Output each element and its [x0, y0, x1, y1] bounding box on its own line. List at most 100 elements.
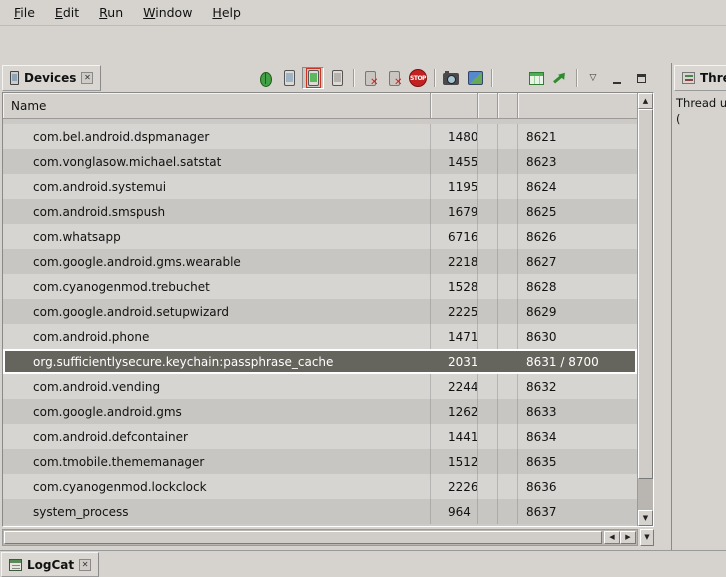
cell-port: 8633 [518, 399, 637, 424]
column-header-name[interactable]: Name [3, 93, 431, 118]
cell-c4 [498, 149, 518, 174]
cell-c4 [498, 349, 518, 374]
scroll-right-icon[interactable]: ▶ [620, 531, 636, 544]
cell-pid: 1480 [431, 124, 478, 149]
cell-c3 [478, 249, 498, 274]
method-profiling-icon[interactable] [549, 67, 571, 89]
column-header-port[interactable] [518, 93, 637, 118]
table-row[interactable]: com.google.android.gms.wearable221858627 [3, 249, 637, 274]
table-row[interactable]: system_process9648637 [3, 499, 637, 524]
device-plain-icon-glyph [332, 70, 343, 86]
close-tab-icon[interactable]: ✕ [81, 72, 93, 84]
cell-name: com.android.smspush [3, 199, 431, 224]
menu-window[interactable]: Window [135, 1, 200, 24]
cell-port: 8630 [518, 324, 637, 349]
table-row[interactable]: com.android.phone14718630 [3, 324, 637, 349]
main-toolbar-strip [0, 26, 726, 63]
scroll-up-icon[interactable]: ▲ [638, 93, 653, 109]
menubar: File Edit Run Window Help [0, 0, 726, 26]
cell-c3 [478, 474, 498, 499]
cell-c4 [498, 174, 518, 199]
update-threads-icon[interactable] [525, 67, 547, 89]
column-header-blank2[interactable] [498, 93, 518, 118]
column-header-pid[interactable] [431, 93, 478, 118]
table-row[interactable]: com.whatsapp67168626 [3, 224, 637, 249]
cell-c3 [478, 349, 498, 374]
tab-logcat[interactable]: LogCat ✕ [1, 552, 99, 577]
cell-port: 8631 / 8700 [518, 349, 637, 374]
hscroll-thumb[interactable] [4, 531, 602, 544]
cell-port: 8635 [518, 449, 637, 474]
horizontal-scrollbar[interactable]: ◀ ▶ [2, 529, 638, 546]
minimize-icon[interactable] [606, 67, 628, 89]
toolbar-separator [491, 69, 492, 87]
maximize-icon[interactable] [630, 67, 652, 89]
cell-c4 [498, 374, 518, 399]
corner-scroll-down-icon[interactable]: ▼ [640, 529, 654, 546]
table-row[interactable]: com.bel.android.dspmanager14808621 [3, 124, 637, 149]
update-heap-icon-glyph [364, 70, 377, 86]
cell-pid: 22265 [431, 474, 478, 499]
cell-name: com.cyanogenmod.trebuchet [3, 274, 431, 299]
tab-devices[interactable]: Devices ✕ [2, 65, 101, 91]
cell-c4 [498, 324, 518, 349]
vscroll-thumb[interactable] [638, 109, 653, 479]
cell-c3 [478, 449, 498, 474]
cell-pid: 964 [431, 499, 478, 524]
maximize-icon-glyph [637, 74, 646, 83]
dump-hprof-icon[interactable] [383, 67, 405, 89]
table-row[interactable]: com.vonglasow.michael.satstat145538623 [3, 149, 637, 174]
device-plain-icon[interactable] [326, 67, 348, 89]
toolbar-gap [497, 78, 523, 79]
table-row[interactable]: com.cyanogenmod.trebuchet15288628 [3, 274, 637, 299]
close-tab-icon[interactable]: ✕ [79, 559, 91, 571]
table-row[interactable]: com.android.systemui11958624 [3, 174, 637, 199]
table-row[interactable]: com.cyanogenmod.lockclock222658636 [3, 474, 637, 499]
cell-port: 8621 [518, 124, 637, 149]
method-profiling-icon-glyph [553, 71, 567, 85]
cell-c3 [478, 499, 498, 524]
threads-tab-icon [682, 72, 695, 84]
scroll-left-icon[interactable]: ◀ [604, 531, 620, 544]
table-row[interactable]: com.android.defcontainer144118634 [3, 424, 637, 449]
tab-threads[interactable]: Threads [674, 65, 726, 91]
cell-port: 8632 [518, 374, 637, 399]
table-row[interactable]: com.google.android.setupwizard222508629 [3, 299, 637, 324]
cell-c3 [478, 399, 498, 424]
table-row[interactable]: com.android.vending224408632 [3, 374, 637, 399]
table-header: Name [3, 93, 653, 119]
vertical-scrollbar[interactable]: ▲ ▼ [637, 93, 653, 526]
cell-port: 8623 [518, 149, 637, 174]
device-selected-icon[interactable] [302, 67, 324, 89]
capture-trace-icon[interactable] [464, 67, 486, 89]
menu-help[interactable]: Help [204, 1, 249, 24]
update-heap-icon[interactable] [359, 67, 381, 89]
device-icon[interactable] [278, 67, 300, 89]
stop-process-icon[interactable]: STOP [407, 67, 429, 89]
cell-port: 8636 [518, 474, 637, 499]
table-row[interactable]: com.google.android.gms126238633 [3, 399, 637, 424]
screen-capture-icon-glyph [443, 73, 459, 85]
stop-process-icon-glyph: STOP [409, 69, 427, 87]
table-row[interactable]: com.tmobile.thememanager15128635 [3, 449, 637, 474]
cell-c4 [498, 274, 518, 299]
capture-trace-icon-glyph [468, 71, 483, 85]
menu-file[interactable]: File [6, 1, 43, 24]
cell-name: com.tmobile.thememanager [3, 449, 431, 474]
screen-capture-icon[interactable] [440, 67, 462, 89]
debug-bug-icon[interactable] [254, 67, 276, 89]
table-row[interactable]: org.sufficientlysecure.keychain:passphra… [3, 349, 637, 374]
view-menu-icon[interactable]: ▽ [582, 67, 604, 89]
threads-message: Thread up ( [672, 92, 726, 550]
menu-edit[interactable]: Edit [47, 1, 87, 24]
cell-c4 [498, 299, 518, 324]
column-header-blank1[interactable] [478, 93, 498, 118]
scroll-down-icon[interactable]: ▼ [638, 510, 653, 526]
update-threads-icon-glyph [529, 72, 544, 85]
table-row[interactable]: com.android.smspush16798625 [3, 199, 637, 224]
menu-run[interactable]: Run [91, 1, 131, 24]
toolbar-separator [353, 69, 354, 87]
tab-devices-label: Devices [24, 71, 76, 85]
cell-c4 [498, 449, 518, 474]
cell-pid: 20311 [431, 349, 478, 374]
